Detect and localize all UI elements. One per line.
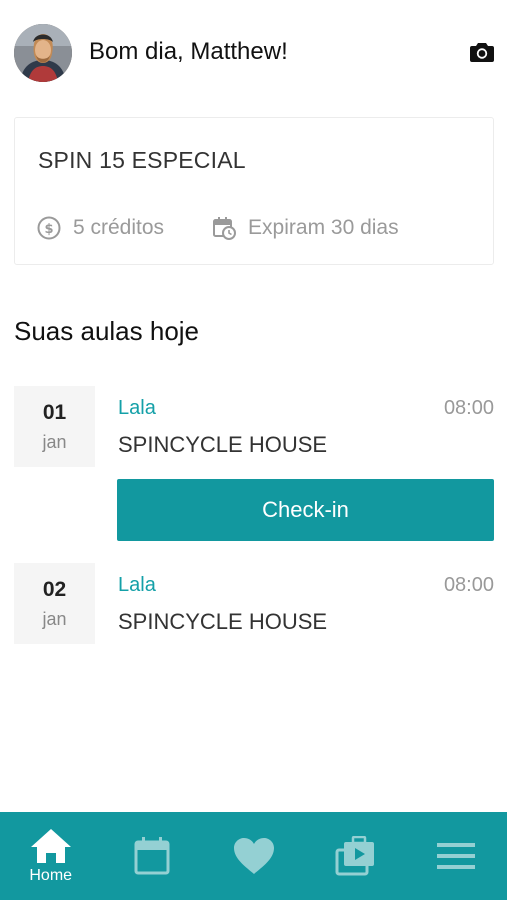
header: Bom dia, Matthew! [0, 0, 507, 106]
date-month: jan [42, 609, 67, 629]
expires-text: Expiram 30 dias [248, 216, 399, 239]
date-day: 01 [42, 401, 67, 424]
studio-name: SPINCYCLE HOUSE [118, 432, 328, 457]
avatar[interactable] [14, 24, 72, 82]
class-item[interactable]: 02 jan Lala 08:00 SPINCYCLE HOUSE [14, 563, 494, 644]
expires-info: Expiram 30 dias [212, 216, 399, 240]
plan-name: SPIN 15 ESPECIAL [38, 147, 246, 173]
calendar-clock-icon [213, 217, 237, 240]
camera-icon [470, 43, 494, 62]
date-day: 02 [42, 578, 67, 601]
checkin-button[interactable]: Check-in [117, 479, 494, 541]
studio-name: SPINCYCLE HOUSE [118, 609, 328, 634]
menu-icon [437, 843, 476, 869]
plan-card[interactable]: SPIN 15 ESPECIAL $ 5 créditos Expiram 30… [14, 117, 494, 265]
section-title: Suas aulas hoje [14, 316, 200, 346]
nav-calendar[interactable] [101, 812, 202, 900]
nav-home-label: Home [29, 866, 73, 884]
class-time: 08:00 [443, 574, 494, 596]
credits-text: 5 créditos [73, 216, 165, 239]
instructor-name[interactable]: Lala [118, 397, 156, 420]
dollar-coin-icon: $ [37, 216, 61, 240]
nav-home[interactable]: Home [0, 812, 101, 900]
instructor-name[interactable]: Lala [118, 574, 156, 597]
user-avatar [14, 24, 72, 82]
credits-info: $ 5 créditos [37, 216, 164, 240]
packages-icon [335, 836, 374, 876]
plan-meta: $ 5 créditos Expiram 30 dias [37, 215, 399, 241]
greeting-text: Bom dia, Matthew! [89, 38, 288, 65]
nav-menu[interactable] [406, 812, 507, 900]
svg-text:$: $ [44, 222, 53, 237]
class-item[interactable]: 01 jan Lala 08:00 SPINCYCLE HOUSE Check-… [14, 386, 494, 542]
heart-icon [233, 838, 274, 874]
nav-favorites[interactable] [203, 812, 304, 900]
date-box: 02 jan [14, 563, 95, 644]
nav-packages[interactable] [304, 812, 405, 900]
camera-button[interactable] [470, 41, 494, 63]
bottom-nav: Home [0, 812, 507, 900]
date-box: 01 jan [14, 386, 95, 467]
date-month: jan [42, 432, 67, 452]
home-icon [30, 828, 71, 863]
class-time: 08:00 [443, 397, 494, 419]
calendar-icon [134, 837, 170, 875]
